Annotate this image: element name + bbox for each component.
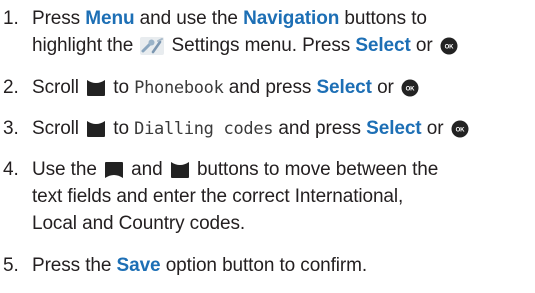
step-line: Local and Country codes. [32,213,246,234]
step-3: 3. Scroll to Dialling codes and press Se… [0,115,535,143]
step-text: Scroll to Phonebook and press Select or … [32,74,535,102]
scroll-down-icon [170,161,190,179]
select-keyword: Select [316,77,372,98]
screen-text-phonebook: Phonebook [134,78,224,98]
screen-text-dialling-codes: Dialling codes [134,119,274,139]
text: Scroll [32,77,79,98]
text: highlight the [32,35,134,56]
step-line: Press Menu and use the Navigation button… [32,5,535,32]
text: or [426,118,444,139]
step-number: 4. [3,159,19,180]
text: or [415,35,433,56]
step-text: Press Menu and use the Navigation button… [32,5,535,59]
select-keyword: Select [366,118,422,139]
save-keyword: Save [116,255,161,276]
text: and use the [139,8,238,29]
text: or [377,77,394,98]
text: to [113,77,129,98]
step-number: 1. [3,8,19,29]
text: Use the [32,159,97,180]
step-5: 5. Press the Save option button to confi… [0,252,535,280]
text: buttons to [344,8,427,29]
navigation-keyword: Navigation [243,8,340,29]
step-4: 4. Use the and buttons to move between t… [0,156,535,238]
text: Press [32,8,81,29]
ok-button-icon: OK [451,120,469,138]
text: to [113,118,129,139]
scroll-down-icon [86,79,106,97]
step-line: highlight the Settings menu. Press Selec… [32,32,535,59]
step-text: Press the Save option button to confirm. [32,252,535,279]
text: buttons to move between the [196,159,439,180]
svg-text:OK: OK [455,127,465,133]
text: option button to confirm. [165,255,368,276]
step-2: 2. Scroll to Phonebook and press Select … [0,74,535,102]
menu-keyword: Menu [85,8,135,29]
text: and press [228,77,312,98]
svg-text:OK: OK [406,86,416,92]
text: Settings menu. Press [171,35,351,56]
step-1: 1. Press Menu and use the Navigation but… [0,5,535,61]
select-keyword: Select [355,35,411,56]
text: and [131,159,163,180]
text: Scroll [32,118,79,139]
step-line: text fields and enter the correct Intern… [32,186,404,207]
settings-wrench-icon [140,37,165,55]
step-text: Use the and buttons to move between the [32,156,535,237]
step-line: Use the and buttons to move between the [32,156,535,183]
text: and press [278,118,361,139]
scroll-up-icon [104,161,124,179]
ok-button-icon: OK [401,79,419,97]
step-text: Scroll to Dialling codes and press Selec… [32,115,535,143]
step-number: 5. [3,255,19,276]
step-number: 3. [3,118,19,139]
instructions-page: 1. Press Menu and use the Navigation but… [0,0,535,293]
text: Press the [32,255,112,276]
svg-text:OK: OK [444,44,454,50]
ok-button-icon: OK [440,37,458,55]
scroll-down-icon [86,120,106,138]
step-number: 2. [3,77,19,98]
